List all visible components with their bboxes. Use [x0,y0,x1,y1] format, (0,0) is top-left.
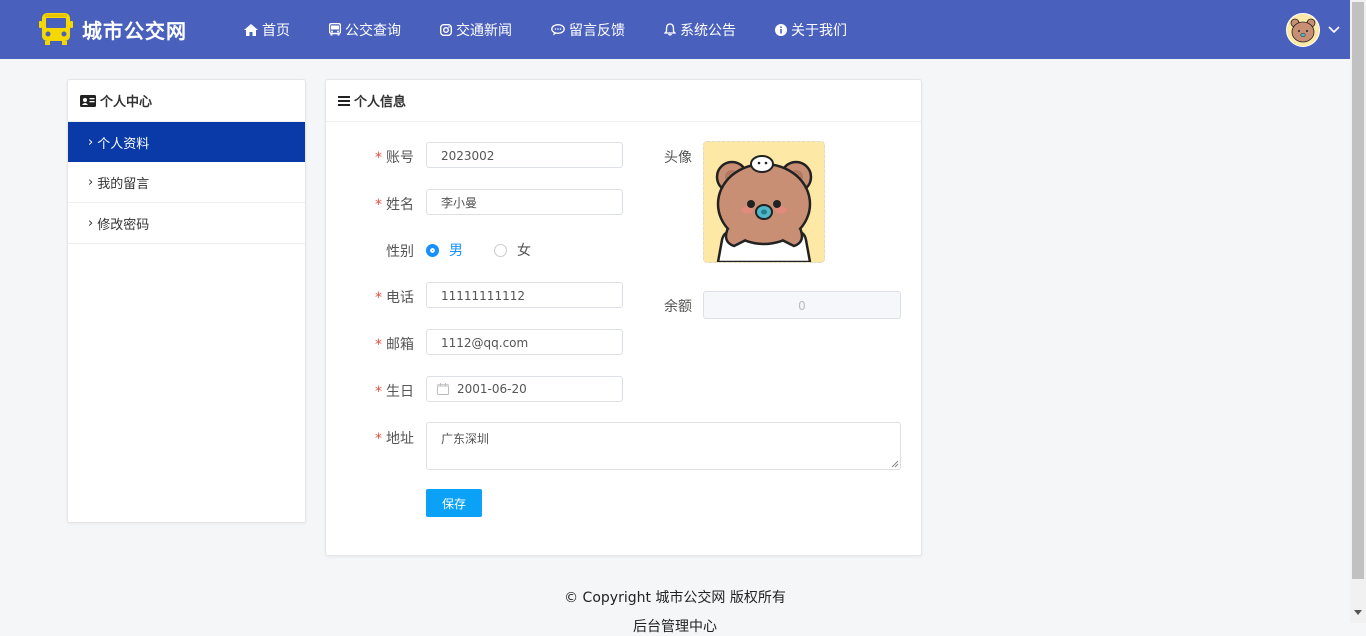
gender-label: 性别 [386,244,414,260]
email-input[interactable]: 1112@qq.com [426,329,623,355]
gender-male-radio[interactable]: 男 [426,240,463,260]
chevron-down-icon [1328,26,1340,34]
required-mark: * [375,384,382,400]
nav-feedback[interactable]: 留言反馈 [551,20,625,40]
bell-icon [664,23,676,36]
main-nav: 首页 公交查询 交通新闻 留言反馈 系统公告 关于我们 [244,0,886,59]
save-button[interactable]: 保存 [426,489,482,517]
phone-label: * 电话 [375,290,414,306]
phone-input[interactable]: 11111111112 [426,282,623,308]
nav-feedback-label: 留言反馈 [569,22,625,39]
birthday-date-picker[interactable]: 2001-06-20 [426,376,623,402]
bear-avatar-image [704,142,824,262]
avatar [1286,13,1320,47]
panel-title: 个人信息 [354,95,407,110]
chevron-right-icon: › [88,134,94,150]
brand-logo[interactable]: 城市公交网 [38,11,187,47]
radio-unchecked-icon [494,243,507,257]
balance-label: 余额 [664,299,692,315]
balance-input: 0 [703,291,901,319]
nav-bus-query-label: 公交查询 [345,22,401,39]
sidebar-item-profile[interactable]: › 个人资料 [68,122,305,162]
address-value: 广东深圳 [441,432,490,446]
sidebar-item-change-password[interactable]: › 修改密码 [68,203,305,244]
address-label: * 地址 [375,431,414,447]
nav-announcement-label: 系统公告 [680,22,736,39]
nav-announcement[interactable]: 系统公告 [664,20,736,40]
scroll-down-arrow-icon[interactable] [1354,610,1362,615]
required-mark: * [375,337,382,353]
gender-female-label: 女 [517,243,531,259]
footer-copyright: © Copyright 城市公交网 版权所有 [564,590,786,606]
required-mark: * [375,150,382,166]
nav-home-label: 首页 [262,22,290,39]
nav-traffic-news[interactable]: 交通新闻 [440,20,512,40]
name-input[interactable]: 李小曼 [426,189,623,215]
page-scrollbar[interactable] [1350,0,1366,623]
avatar-upload[interactable] [703,141,825,263]
nav-home[interactable]: 首页 [244,20,290,40]
sidebar-title: 个人中心 [100,95,153,110]
list-icon [338,95,350,106]
required-mark: * [375,290,382,306]
footer-admin-link[interactable]: 后台管理中心 [0,616,1350,636]
comment-icon [551,23,565,35]
gender-female-radio[interactable]: 女 [494,240,531,260]
address-textarea[interactable]: 广东深圳 [426,422,901,470]
calendar-icon [437,383,449,395]
required-mark: * [375,431,382,447]
id-card-icon [80,94,96,107]
account-label: * 账号 [375,150,414,166]
sidebar: 个人中心 › 个人资料 › 我的留言 › 修改密码 [67,79,306,523]
avatar-label: 头像 [664,150,692,166]
email-label: * 邮箱 [375,337,414,353]
chevron-right-icon: › [88,215,94,231]
name-label: * 姓名 [375,197,414,213]
bus-icon [329,23,341,36]
nav-traffic-news-label: 交通新闻 [456,22,512,39]
sidebar-header: 个人中心 [68,80,305,122]
user-menu[interactable] [1286,13,1340,47]
nav-bus-query[interactable]: 公交查询 [329,20,401,40]
profile-panel: 个人信息 * 账号 2023002 * 姓名 李小曼 性别 男 女 * 电话 1111… [325,79,922,556]
bear-avatar-icon [1287,14,1319,46]
instagram-icon [440,23,452,36]
radio-checked-icon [426,243,439,257]
nav-about[interactable]: 关于我们 [775,20,847,40]
top-navbar: 城市公交网 首页 公交查询 交通新闻 留言反馈 系统公告 关于我们 [0,0,1350,59]
brand-title: 城市公交网 [82,18,187,43]
sidebar-item-label: 修改密码 [97,217,150,233]
bus-icon [39,13,73,45]
required-mark: * [375,197,382,213]
sidebar-item-my-messages[interactable]: › 我的留言 [68,162,305,203]
resize-handle-icon[interactable] [891,460,899,468]
account-input[interactable]: 2023002 [426,142,623,168]
sidebar-item-label: 个人资料 [97,136,150,152]
sidebar-item-label: 我的留言 [97,176,150,192]
scrollbar-thumb[interactable] [1352,2,1364,579]
nav-about-label: 关于我们 [791,22,847,39]
birthday-value: 2001-06-20 [457,382,527,396]
panel-header: 个人信息 [326,80,921,122]
gender-male-label: 男 [449,243,463,259]
birthday-label: * 生日 [375,384,414,400]
chevron-right-icon: › [88,174,94,190]
home-icon [244,23,258,36]
info-icon [775,23,787,36]
